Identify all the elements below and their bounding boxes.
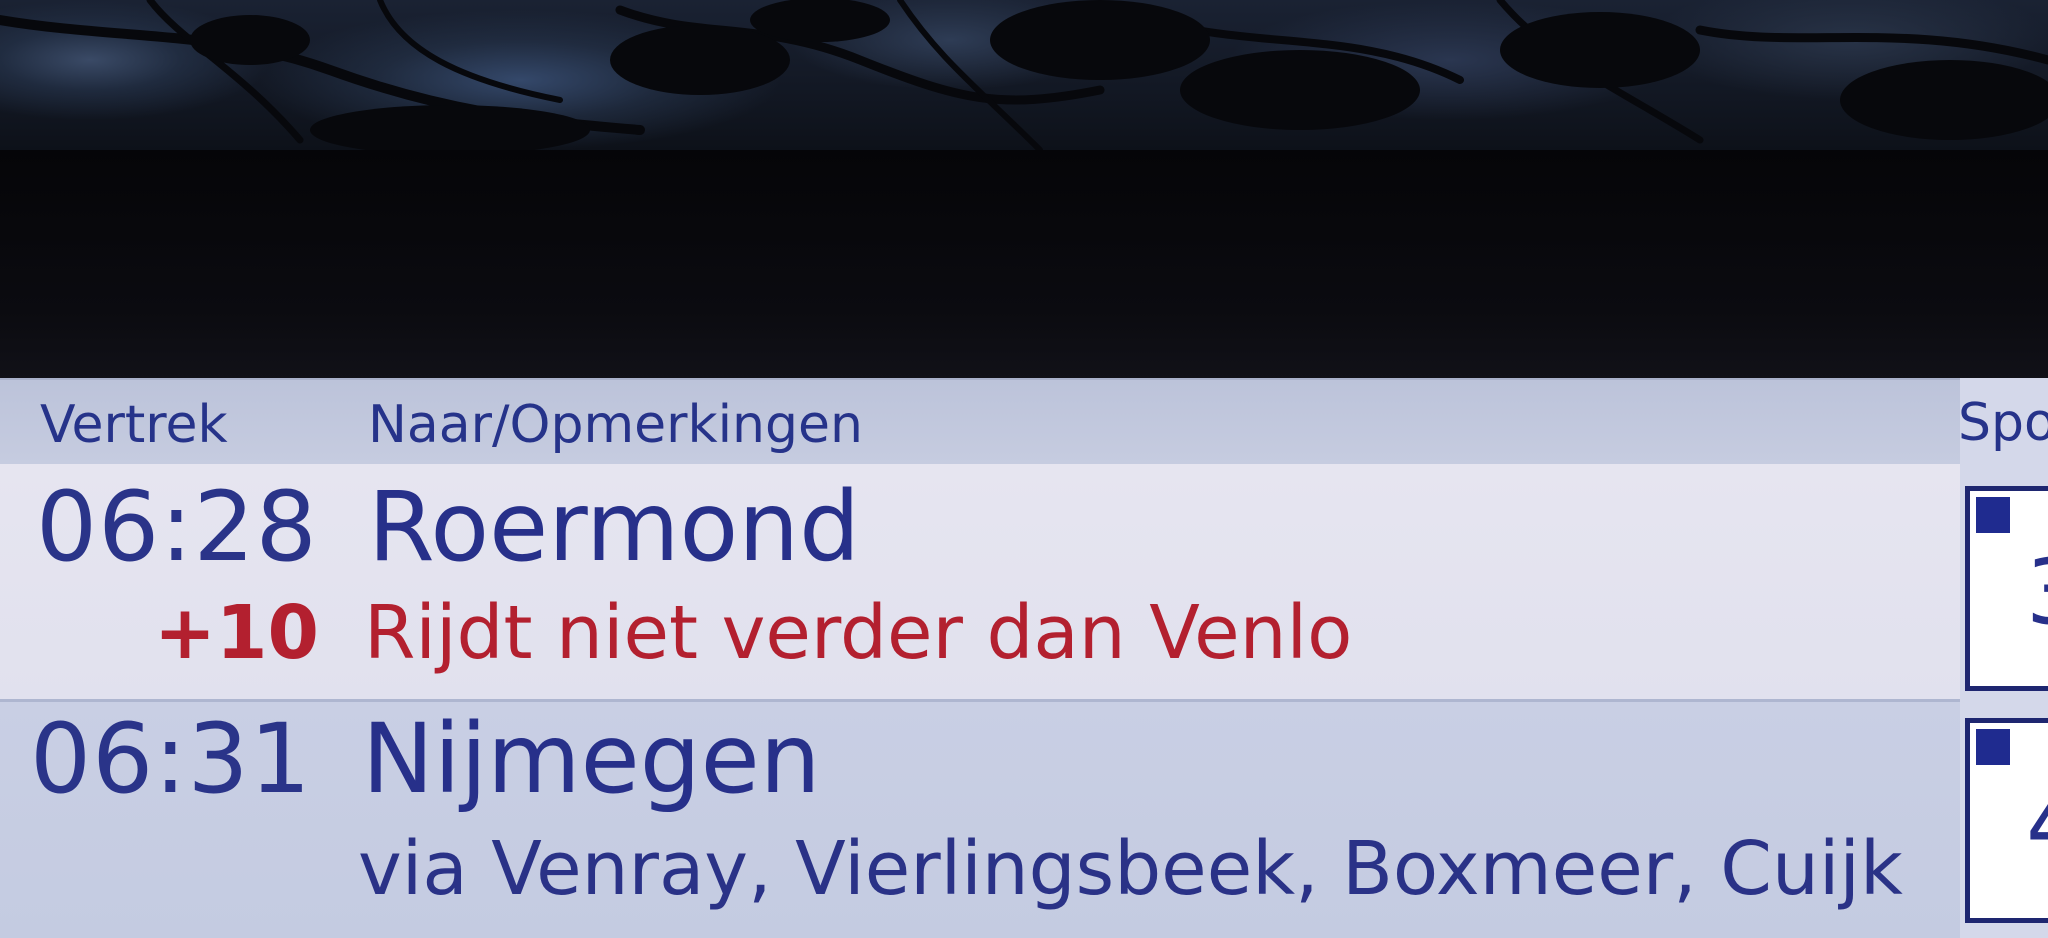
departure-row: 06:28 Roermond +10 Rijdt niet verder dan… bbox=[0, 464, 1960, 699]
destination: Nijmegen bbox=[362, 703, 821, 815]
header-track: Spo bbox=[1958, 393, 2048, 453]
departure-board: Vertrek Naar/Opmerkingen 06:28 Roermond … bbox=[0, 378, 2048, 938]
via-stations: via Venray, Vierlingsbeek, Boxmeer, Cuij… bbox=[358, 826, 1903, 912]
track-sign: 4 bbox=[1965, 718, 2048, 923]
header-destination: Naar/Opmerkingen bbox=[368, 395, 863, 455]
departure-time: 06:31 bbox=[30, 703, 312, 815]
branches-silhouette bbox=[0, 0, 2048, 150]
tree-branches-background bbox=[0, 0, 2048, 150]
destination: Roermond bbox=[368, 471, 860, 583]
board-header: Vertrek Naar/Opmerkingen bbox=[0, 378, 2048, 466]
remark: Rijdt niet verder dan Venlo bbox=[364, 590, 1353, 676]
header-departure: Vertrek bbox=[40, 395, 228, 455]
track-number: 3 bbox=[2026, 543, 2048, 643]
delay-minutes: +10 bbox=[154, 590, 319, 676]
track-number: 4 bbox=[2026, 775, 2048, 875]
track-sign: 3 bbox=[1965, 486, 2048, 691]
track-corner-marker bbox=[1976, 729, 2010, 765]
departure-time: 06:28 bbox=[36, 471, 318, 583]
departure-row: 06:31 Nijmegen via Venray, Vierlingsbeek… bbox=[0, 699, 1960, 938]
track-corner-marker bbox=[1976, 497, 2010, 533]
display-housing bbox=[0, 150, 2048, 380]
